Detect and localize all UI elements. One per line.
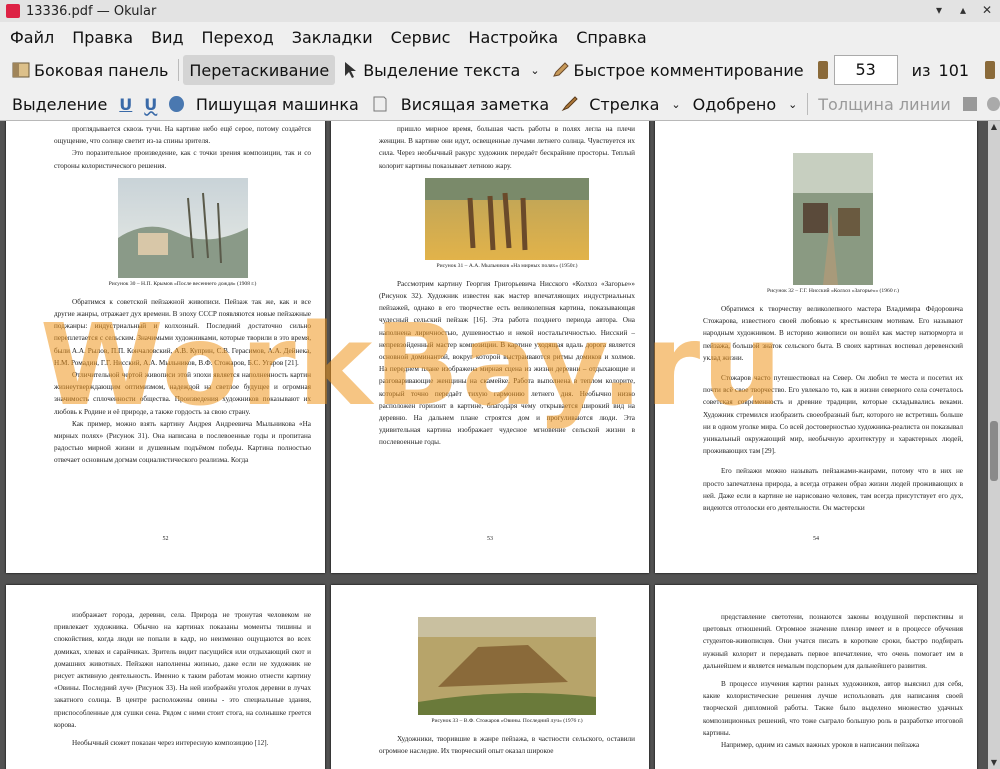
sidebar-button-label: Боковая панель (34, 60, 169, 80)
menu-file[interactable]: Файл (0, 28, 62, 47)
main-toolbar: Боковая панель Перетаскивание Выделение … (0, 52, 1000, 88)
paragraph: Как пример, можно взять картину Андрея А… (54, 419, 311, 465)
drag-mode-button[interactable]: Перетаскивание (183, 55, 336, 85)
arrow-button[interactable]: Стрелка ⌄ (555, 89, 686, 119)
drag-mode-label: Перетаскивание (189, 60, 330, 80)
paragraph: В процессе изучения картин разных художн… (703, 680, 963, 737)
paragraph: представление светотени, познаются закон… (703, 613, 963, 670)
menu-tools[interactable]: Сервис (381, 28, 459, 47)
pdf-page: проглядывается сквозь тучи. На картине н… (6, 121, 325, 573)
toolbar-separator (807, 93, 809, 115)
menu-view[interactable]: Вид (141, 28, 191, 47)
strikeout-icon[interactable] (169, 96, 184, 112)
paragraph: Необычный сюжет показан через интересную… (72, 739, 269, 748)
pdf-page: пришло мирное время, большая часть работ… (331, 121, 649, 573)
settings-icon[interactable] (987, 97, 1000, 111)
page-down-icon[interactable] (985, 61, 996, 79)
paragraph: изображает города, деревни, села. Природ… (54, 611, 311, 729)
scroll-up-icon[interactable]: ▲ (988, 121, 1000, 133)
page-number: 53 (487, 535, 493, 542)
toolbar-separator (178, 59, 180, 81)
brush-icon (561, 96, 578, 112)
painting-image (418, 617, 596, 715)
sidebar-button[interactable]: Боковая панель (6, 55, 174, 85)
title-bar: 13336.pdf — Okular ▾ ▴ ✕ (0, 0, 1000, 23)
squiggle-icon[interactable]: U (144, 95, 157, 114)
minimize-icon[interactable]: ▾ (932, 3, 946, 17)
page-number: 54 (813, 535, 819, 542)
page-up-icon[interactable] (817, 61, 828, 79)
maximize-icon[interactable]: ▴ (956, 3, 970, 17)
sidebar-icon (12, 62, 30, 78)
paragraph: Обратимся к советской пейзажной живописи… (54, 297, 311, 367)
chevron-down-icon[interactable]: ⌄ (530, 64, 539, 77)
scroll-down-icon[interactable]: ▼ (988, 757, 1000, 769)
paragraph: Его пейзажи можно называть пейзажами-жан… (703, 467, 963, 513)
chevron-down-icon[interactable]: ⌄ (671, 98, 680, 111)
window-controls: ▾ ▴ ✕ (932, 3, 994, 17)
eraser-icon[interactable] (962, 97, 978, 111)
stamp-button[interactable]: Одобрено ⌄ (687, 89, 804, 119)
paragraph: Отличительной чертой живописи этой эпохи… (54, 371, 311, 416)
line-width-button[interactable]: Толщина линии (812, 89, 957, 119)
page-number: 52 (162, 535, 169, 542)
scrollbar-thumb[interactable] (990, 421, 998, 481)
paragraph: проглядывается сквозь тучи. На картине н… (54, 125, 311, 146)
typewriter-button[interactable]: Пишущая машинка (190, 89, 365, 119)
quick-comment-button[interactable]: Быстрое комментирование (546, 55, 810, 85)
pdf-page: Рисунок 33 – В.Ф. Стожаров «Овины. После… (331, 585, 649, 769)
painting-image (117, 177, 248, 278)
sticky-note-label: Висящая заметка (400, 94, 550, 114)
line-width-label: Толщина линии (818, 94, 951, 114)
menu-bookmarks[interactable]: Закладки (282, 28, 381, 47)
menu-go[interactable]: Переход (192, 28, 282, 47)
menu-edit[interactable]: Правка (62, 28, 141, 47)
painting-image (425, 177, 589, 260)
paragraph: пришло мирное время, большая часть работ… (379, 125, 635, 170)
page-total-label: 101 (938, 60, 970, 80)
text-select-button[interactable]: Выделение текста ⌄ (335, 55, 545, 85)
vertical-scrollbar[interactable]: ▲ ▼ (988, 121, 1000, 769)
paragraph: Например, одним из самых важных уроков в… (721, 741, 920, 750)
menu-settings[interactable]: Настройка (458, 28, 566, 47)
window-title: 13336.pdf — Okular (26, 3, 157, 19)
pdf-page: Рисунок 32 – Г.Г. Нисский «Колхоз «Загор… (655, 121, 977, 573)
document-viewport[interactable]: проглядывается сквозь тучи. На картине н… (0, 121, 1000, 769)
cursor-icon (345, 62, 357, 78)
sticky-note-button[interactable]: Висящая заметка (365, 89, 555, 119)
okular-app-icon (6, 4, 20, 18)
figure-caption: Рисунок 33 – В.Ф. Стожаров «Овины. После… (431, 718, 583, 724)
annot-select-label: Выделение (12, 94, 108, 114)
paragraph: Художники, творившие в жанре пейзажа, в … (379, 735, 635, 756)
paragraph: Это поразительное произведение, как с то… (54, 149, 311, 170)
menu-bar: Файл Правка Вид Переход Закладки Сервис … (0, 22, 1000, 52)
typewriter-label: Пишущая машинка (195, 94, 359, 114)
pen-icon (552, 62, 569, 77)
arrow-label: Стрелка (589, 94, 660, 114)
figure-caption: Рисунок 32 – Г.Г. Нисский «Колхоз «Загор… (767, 288, 899, 294)
page-number-input[interactable]: 53 (833, 55, 898, 85)
underline-icon[interactable]: U (119, 95, 132, 114)
painting-image (793, 153, 873, 285)
annot-select-button[interactable]: Выделение (6, 89, 113, 119)
quick-comment-label: Быстрое комментирование (573, 60, 804, 80)
menu-help[interactable]: Справка (566, 28, 655, 47)
pdf-page: представление светотени, познаются закон… (655, 585, 977, 769)
paragraph: Рассмотрим картину Георгия Григорьевича … (379, 279, 635, 447)
figure-caption: Рисунок 31 – А.А. Мыльников «На мирных п… (436, 262, 578, 269)
stamp-label: Одобрено (692, 94, 777, 114)
chevron-down-icon[interactable]: ⌄ (788, 98, 797, 111)
paragraph: Стожаров часто путешествовал на Север. О… (703, 374, 963, 456)
close-icon[interactable]: ✕ (980, 3, 994, 17)
annotation-toolbar: Выделение U U Пишущая машинка Висящая за… (0, 88, 1000, 121)
paragraph: Обратимся к творчеству великолепного мас… (703, 305, 963, 362)
note-icon (373, 96, 387, 112)
text-select-label: Выделение текста (363, 60, 521, 80)
pdf-page: изображает города, деревни, села. Природ… (6, 585, 325, 769)
figure-caption: Рисунок 30 – Н.П. Крымов «После весеннег… (108, 280, 257, 287)
page-of-label: из (911, 60, 931, 80)
